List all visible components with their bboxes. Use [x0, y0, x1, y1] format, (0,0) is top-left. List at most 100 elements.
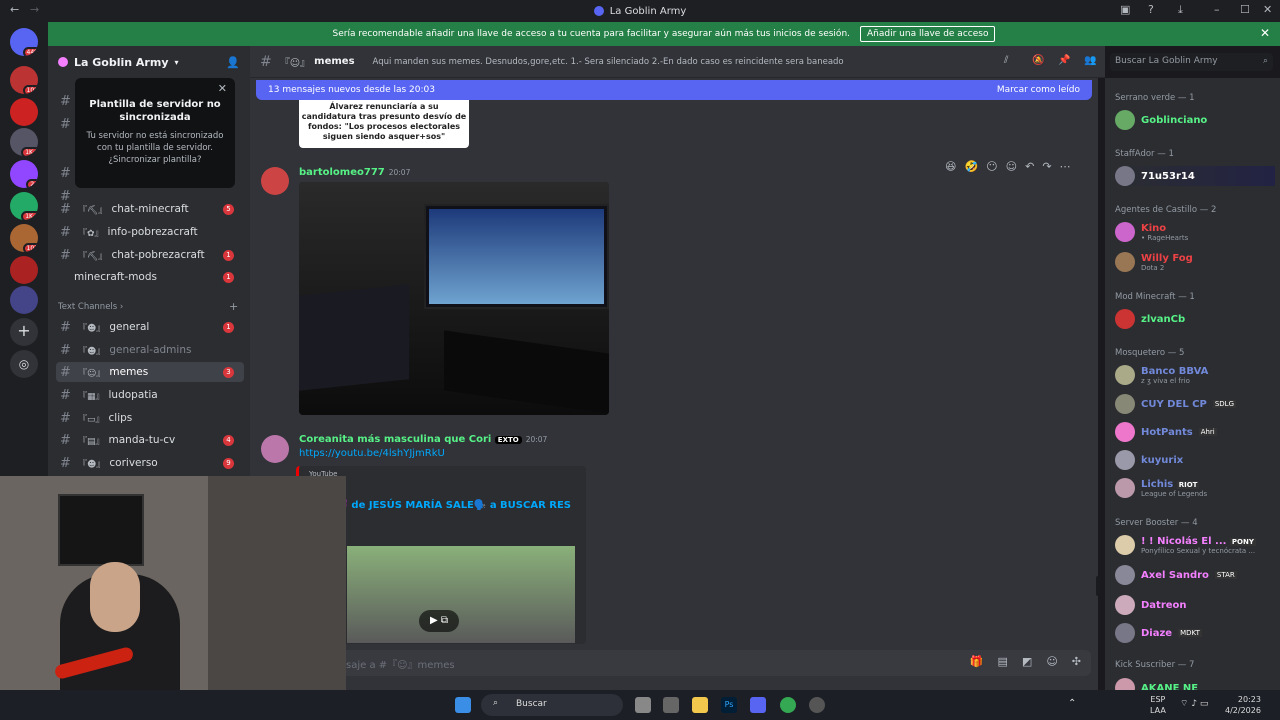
channel-ludopatia[interactable]: # 『▦』 ludopatia [56, 385, 244, 405]
app-icon[interactable] [809, 697, 825, 713]
inbox-icon[interactable]: ▣ [1120, 3, 1130, 16]
windows-start-icon[interactable] [455, 697, 471, 713]
guild-icon-3[interactable]: 1K+ [10, 128, 38, 156]
forward-icon[interactable]: ↷ [1042, 160, 1051, 173]
channel-coriverso[interactable]: # 『☻』 coriverso 9 [56, 453, 244, 473]
back-icon[interactable]: ← [10, 3, 19, 16]
member-item[interactable]: CUY DEL CP SDLG [1115, 394, 1237, 414]
play-icon[interactable]: ▶ ⧉ [419, 610, 459, 632]
member-name: kuyurix [1141, 454, 1184, 466]
member-item[interactable]: Willy Fog Dota 2 [1115, 252, 1193, 272]
guild-badge: 24 [26, 179, 38, 188]
file-explorer-icon[interactable] [692, 697, 708, 713]
sticker-icon[interactable]: ◩ [1022, 655, 1032, 668]
chrome-icon[interactable] [780, 697, 796, 713]
add-channel-icon[interactable]: + [229, 300, 238, 313]
member-item[interactable]: zlvanCb [1115, 309, 1185, 329]
youtube-link[interactable]: https://youtu.be/4lshYJjmRkU [299, 448, 445, 459]
threads-icon[interactable]: ⫽ [1004, 55, 1008, 66]
reply-icon[interactable]: ↶ [1025, 160, 1034, 173]
guild-icon-5[interactable]: 1K+ [10, 192, 38, 220]
guild-icon-8[interactable] [10, 286, 38, 314]
task-view-icon[interactable] [635, 697, 651, 713]
gift-icon[interactable]: 🎁 [970, 655, 984, 668]
member-item[interactable]: Datreon [1115, 595, 1187, 615]
passkey-banner: Sería recomendable añadir una llave de a… [48, 22, 1280, 46]
avatar[interactable] [261, 167, 289, 195]
guild-icon-1[interactable]: 106 [10, 66, 38, 94]
app-icon[interactable] [663, 697, 679, 713]
minimize-icon[interactable]: – [1214, 3, 1220, 16]
reaction-emoji-icon[interactable]: 🤣 [964, 160, 978, 173]
home-button[interactable]: 449 [10, 28, 38, 56]
channel-chat-minecraft[interactable]: # 『⛏』 chat-minecraft 5 [56, 199, 244, 219]
member-item[interactable]: Lichis RIOT League of Legends [1115, 478, 1207, 498]
discover-icon[interactable]: ◎ [10, 350, 38, 378]
download-icon[interactable]: ⤓ [1178, 3, 1183, 17]
member-item[interactable]: Kino • RageHearts [1115, 222, 1188, 242]
category-text-channels[interactable]: Text Channels › [58, 302, 123, 312]
member-item[interactable]: Axel Sandro STAR [1115, 565, 1237, 585]
member-item[interactable]: Banco BBVA z ʒ viva el frio [1115, 365, 1208, 385]
member-item[interactable]: 71u53r14 [1115, 166, 1275, 186]
channel-general[interactable]: # 『☻』 general 1 [56, 317, 244, 337]
help-icon[interactable]: ? [1148, 3, 1154, 16]
network-icon[interactable]: ⌔ ♪ ▭ [1180, 698, 1208, 709]
member-item[interactable]: kuyurix [1115, 450, 1183, 470]
member-item[interactable]: HotPants Ahri [1115, 422, 1217, 442]
channel-general-admins[interactable]: # 『☻』 general-admins [56, 340, 244, 360]
close-window-icon[interactable]: ✕ [1263, 3, 1272, 16]
add-server-icon[interactable]: + [10, 318, 38, 346]
photoshop-icon[interactable]: Ps [721, 697, 737, 713]
tray-overflow-icon[interactable]: ⌃ [1068, 698, 1076, 709]
maximize-icon[interactable]: ☐ [1240, 3, 1250, 16]
search-input[interactable]: Buscar La Goblin Army ⌕ [1110, 53, 1273, 71]
message-image[interactable] [299, 182, 609, 415]
scrollbar[interactable] [1096, 576, 1100, 596]
discord-icon[interactable] [750, 697, 766, 713]
channel-info-pobrezacraft[interactable]: # 『✿』 info-pobrezacraft [56, 222, 244, 242]
pin-icon[interactable]: 📌 [1058, 55, 1070, 66]
video-thumbnail[interactable] [347, 546, 575, 643]
add-passkey-button[interactable]: Añadir una llave de acceso [860, 26, 996, 42]
guild-icon-2[interactable] [10, 98, 38, 126]
guild-icon-7[interactable] [10, 256, 38, 284]
member-item[interactable]: ! ! Nicolás El ... PONY Ponyfílico Sexual… [1115, 535, 1256, 555]
server-header[interactable]: La Goblin Army ▾ 👤 [48, 46, 250, 78]
forward-icon[interactable]: → [30, 3, 39, 16]
add-member-icon[interactable]: 👤 [226, 56, 240, 69]
message-actions: 😆 🤣 😶 ☺ ↶ ↷ ⋯ [945, 157, 1085, 175]
reaction-emoji-icon[interactable]: 😆 [945, 160, 956, 173]
member-item[interactable]: Goblinciano [1115, 110, 1207, 130]
member-item[interactable]: Diaze MDKT [1115, 623, 1202, 643]
add-reaction-icon[interactable]: ☺ [1006, 160, 1017, 173]
news-image[interactable]: Álvarez renunciaría a su candidatura tra… [299, 100, 469, 148]
close-banner-icon[interactable]: ✕ [1260, 26, 1270, 40]
message-author[interactable]: Coreanita más masculina que Cori EXTO 20:… [299, 434, 547, 445]
gif-icon[interactable]: ▤ [998, 655, 1008, 668]
emoji-icon[interactable]: ☺ [1046, 655, 1057, 668]
taskbar-search[interactable]: ⌕ Buscar [481, 694, 623, 716]
channel-manda-tu-cv[interactable]: # 『▤』 manda-tu-cv 4 [56, 430, 244, 450]
mark-as-read-button[interactable]: Marcar como leído [997, 85, 1080, 95]
message-input[interactable]: saje a #『☺』memes 🎁 ▤ ◩ ☺ ✣ [336, 650, 1091, 676]
apps-icon[interactable]: ✣ [1072, 655, 1081, 668]
guild-icon-6[interactable]: 103 [10, 224, 38, 252]
guild-icon-4[interactable]: 24 [10, 160, 38, 188]
template-sync-popup[interactable]: ✕ Plantilla de servidor no sincronizada … [75, 78, 235, 188]
mute-icon[interactable]: 🔕 [1032, 55, 1044, 66]
close-popup-icon[interactable]: ✕ [218, 82, 227, 95]
clock[interactable]: 20:23 4/2/2026 [1225, 694, 1261, 716]
language-indicator[interactable]: ESP LAA [1150, 694, 1166, 716]
reaction-emoji-icon[interactable]: 😶 [986, 160, 997, 173]
members-icon[interactable]: 👥 [1084, 55, 1096, 66]
channel-memes[interactable]: # 『☺』 memes 3 [56, 362, 244, 382]
channel-topic[interactable]: Aqui manden sus memes. Desnudos,gore,etc… [373, 57, 844, 67]
message-author[interactable]: bartolomeo777 20:07 [299, 167, 410, 178]
channel-chat-pobrezacraft[interactable]: # 『⛏』 chat-pobrezacraft 1 [56, 245, 244, 265]
avatar[interactable] [261, 435, 289, 463]
channel-minecraft-mods[interactable]: minecraft-mods 1 [56, 267, 244, 287]
new-messages-bar[interactable]: 13 mensajes nuevos desde las 20:03 Marca… [256, 80, 1092, 100]
more-icon[interactable]: ⋯ [1060, 160, 1071, 173]
channel-clips[interactable]: # 『▭』 clips [56, 408, 244, 428]
